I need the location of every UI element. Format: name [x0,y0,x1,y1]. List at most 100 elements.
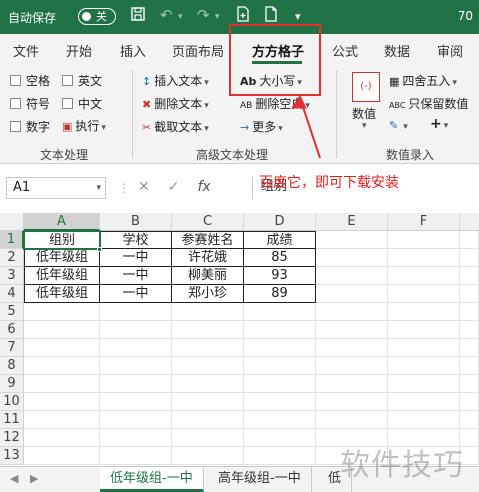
cell[interactable] [100,303,172,321]
cell[interactable] [244,447,316,465]
cell[interactable] [460,393,479,411]
cell[interactable]: 89 [244,285,316,303]
cell[interactable]: 一中 [100,267,172,285]
col-header-g[interactable] [460,213,479,231]
cell[interactable] [316,321,388,339]
cell[interactable] [100,429,172,447]
cell[interactable]: 参赛姓名 [172,231,244,249]
sheet-tab-high-grade[interactable]: 高年级组-一中 [208,467,312,492]
cell[interactable] [244,411,316,429]
row-header[interactable]: 4 [0,285,24,303]
cell[interactable] [460,357,479,375]
cell[interactable] [460,303,479,321]
cell[interactable] [244,393,316,411]
cell[interactable]: 93 [244,267,316,285]
cell[interactable]: 许花娥 [172,249,244,267]
cell[interactable] [388,393,460,411]
confirm-icon[interactable]: ✓ [168,179,180,195]
cell[interactable] [388,357,460,375]
cell[interactable]: 低年级组 [24,285,100,303]
row-header[interactable]: 11 [0,411,24,429]
cell[interactable] [460,231,479,249]
cell[interactable] [388,231,460,249]
cell[interactable]: 一中 [100,249,172,267]
cell[interactable] [172,357,244,375]
cell[interactable] [316,231,388,249]
cell[interactable] [388,375,460,393]
cell[interactable] [388,321,460,339]
row-header[interactable]: 1 [0,231,24,249]
cell[interactable] [100,375,172,393]
cell[interactable] [460,411,479,429]
cell[interactable] [388,303,460,321]
cell[interactable] [460,321,479,339]
cell[interactable] [388,411,460,429]
col-header-a[interactable]: A [24,213,100,231]
cell[interactable] [244,375,316,393]
cell[interactable]: 郑小珍 [172,285,244,303]
cell[interactable] [24,429,100,447]
cell[interactable] [24,411,100,429]
fill-handle[interactable] [97,247,102,252]
row-header[interactable]: 10 [0,393,24,411]
cell[interactable] [100,411,172,429]
cell[interactable] [388,285,460,303]
cell[interactable] [24,447,100,465]
cell[interactable] [460,339,479,357]
col-header-f[interactable]: F [388,213,460,231]
cell[interactable] [24,393,100,411]
cell[interactable]: 学校 [100,231,172,249]
row-header[interactable]: 5 [0,303,24,321]
cell[interactable] [244,357,316,375]
row-header[interactable]: 12 [0,429,24,447]
cell[interactable]: 一中 [100,285,172,303]
cell[interactable] [460,249,479,267]
cell[interactable] [244,339,316,357]
sheet-tab-low-grade[interactable]: 低年级组-一中 [100,467,204,492]
insert-function-icon[interactable]: fx [197,179,210,195]
select-all-corner[interactable] [0,213,24,231]
cell[interactable] [316,285,388,303]
col-header-c[interactable]: C [172,213,244,231]
col-header-e[interactable]: E [316,213,388,231]
cell[interactable] [24,303,100,321]
cell[interactable] [388,249,460,267]
cell[interactable] [244,303,316,321]
cell[interactable] [460,267,479,285]
cell[interactable] [316,411,388,429]
cell[interactable] [100,321,172,339]
cell[interactable] [24,339,100,357]
cell[interactable] [100,339,172,357]
scroll-next-sheet-icon[interactable]: ▶ [30,472,38,485]
cell[interactable] [172,429,244,447]
row-header[interactable]: 6 [0,321,24,339]
name-box[interactable]: A1 ▾ [6,177,106,199]
cell[interactable]: 85 [244,249,316,267]
cell[interactable] [460,285,479,303]
cancel-icon[interactable]: ✕ [138,179,150,195]
cell[interactable] [100,393,172,411]
cell[interactable] [316,249,388,267]
row-header[interactable]: 9 [0,375,24,393]
cell[interactable] [244,429,316,447]
cell[interactable] [460,375,479,393]
cell[interactable] [24,357,100,375]
cell[interactable]: 低年级组 [24,249,100,267]
scroll-prev-sheet-icon[interactable]: ◀ [10,472,18,485]
row-header[interactable]: 8 [0,357,24,375]
cell[interactable] [24,375,100,393]
cell[interactable] [388,267,460,285]
cell[interactable] [100,357,172,375]
cell[interactable] [172,303,244,321]
row-header[interactable]: 3 [0,267,24,285]
cell[interactable] [172,339,244,357]
row-header[interactable]: 13 [0,447,24,465]
cell[interactable] [316,357,388,375]
cell[interactable]: 低年级组 [24,267,100,285]
cell[interactable] [316,339,388,357]
cell[interactable] [316,267,388,285]
cell[interactable] [316,393,388,411]
cell[interactable] [172,321,244,339]
cell[interactable] [388,339,460,357]
cell[interactable] [316,375,388,393]
